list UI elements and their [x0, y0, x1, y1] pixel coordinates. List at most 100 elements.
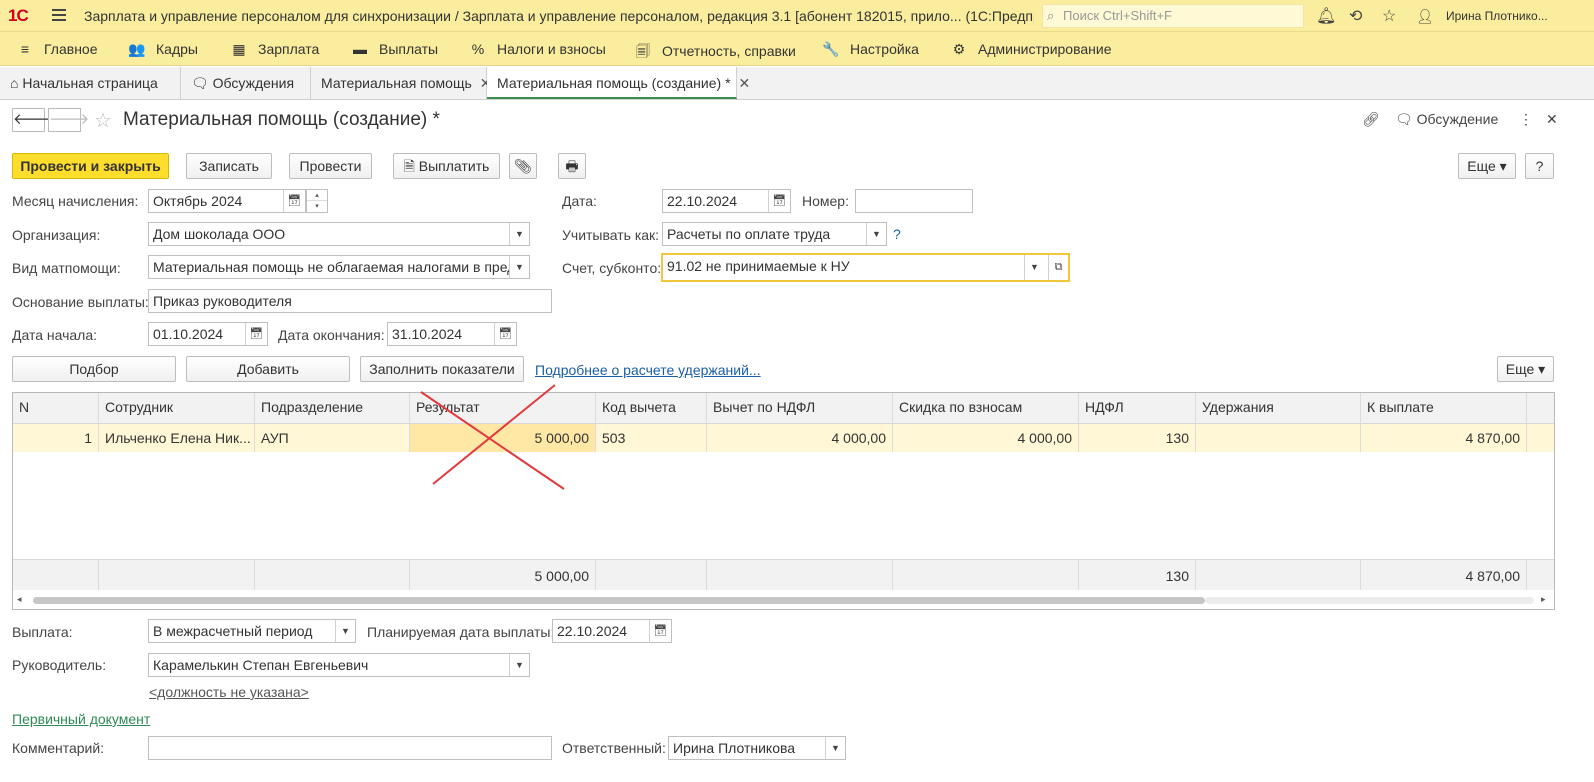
primary-document-link[interactable]: Первичный документ	[12, 711, 150, 727]
dropdown-icon[interactable]: ▼	[509, 654, 529, 676]
cell-department[interactable]: АУП	[255, 424, 410, 452]
dropdown-icon[interactable]: ▼	[1024, 255, 1044, 280]
pay-button[interactable]: 🗎 Выплатить	[393, 153, 500, 179]
menu-item-hr[interactable]: 👥 Кадры	[128, 41, 198, 58]
dropdown-icon[interactable]: ▼	[335, 620, 355, 642]
planned-date-field[interactable]: 22.10.2024 📅︎	[552, 619, 672, 643]
col-header-contribution-discount[interactable]: Скидка по взносам	[893, 393, 1079, 423]
star-icon[interactable]: ☆	[1382, 6, 1396, 26]
scroll-left-icon[interactable]: ◂	[17, 594, 22, 605]
deductions-details-link[interactable]: Подробнее о расчете удержаний...	[535, 362, 761, 378]
help-button[interactable]: ?	[1525, 153, 1554, 179]
bell-icon[interactable]: 🔔︎	[1316, 6, 1336, 26]
calendar-icon[interactable]: 📅︎	[245, 323, 267, 345]
pick-button[interactable]: Подбор	[12, 356, 176, 382]
history-icon[interactable]: ⟲	[1349, 6, 1362, 26]
dropdown-icon[interactable]: ▼	[509, 256, 529, 278]
user-name[interactable]: Ирина Плотнико...	[1446, 9, 1548, 23]
col-header-department[interactable]: Подразделение	[255, 393, 410, 423]
calendar-icon[interactable]: 📅︎	[283, 190, 305, 212]
close-form-icon[interactable]: ✕	[1546, 111, 1558, 128]
calendar-icon[interactable]: 📅︎	[768, 190, 790, 212]
cell-contribution-discount[interactable]: 4 000,00	[893, 424, 1079, 452]
menu-item-main[interactable]: ≡ Главное	[16, 41, 98, 57]
month-field[interactable]: Октябрь 2024 📅︎	[148, 189, 306, 213]
search-input[interactable]: ⌕ Поиск Ctrl+Shift+F	[1042, 4, 1304, 28]
help-question-link[interactable]: ?	[893, 226, 901, 242]
tab-material-aid-new[interactable]: Материальная помощь (создание) * ✕	[487, 67, 750, 99]
back-button[interactable]: 🡐	[12, 108, 53, 132]
discussion-button[interactable]: 🗨︎ Обсуждение	[1395, 111, 1498, 128]
calendar-icon[interactable]: 📅︎	[649, 620, 671, 642]
forward-button[interactable]: 🡒	[48, 108, 89, 132]
account-as-field[interactable]: Расчеты по оплате труда ▼	[662, 222, 887, 246]
main-menu-icon[interactable]	[52, 9, 66, 21]
close-tab-icon[interactable]: ✕	[739, 75, 751, 91]
spin-down-icon[interactable]: ▾	[307, 201, 327, 212]
cell-employee[interactable]: Ильченко Елена Ник...	[99, 424, 255, 452]
col-header-to-pay[interactable]: К выплате	[1361, 393, 1527, 423]
cell-result[interactable]: 5 000,00	[410, 424, 596, 452]
tab-material-aid[interactable]: Материальная помощь ✕	[311, 67, 492, 99]
dropdown-icon[interactable]: ▼	[509, 223, 529, 245]
comment-field[interactable]	[148, 736, 552, 760]
cell-ndfl[interactable]: 130	[1079, 424, 1196, 452]
tab-home[interactable]: ⌂ Начальная страница	[0, 67, 181, 99]
col-header-withholdings[interactable]: Удержания	[1196, 393, 1361, 423]
cell-n[interactable]: 1	[13, 424, 99, 452]
date-field[interactable]: 22.10.2024 📅︎	[662, 189, 791, 213]
add-button[interactable]: Добавить	[186, 356, 350, 382]
basis-field[interactable]: Приказ руководителя	[148, 289, 552, 313]
menu-item-settings[interactable]: 🔧 Настройка	[822, 41, 919, 58]
cell-withholdings[interactable]	[1196, 424, 1361, 452]
fill-indicators-button[interactable]: Заполнить показатели	[360, 356, 524, 382]
account-field[interactable]: 91.02 не принимаемые к НУ ▼ ⧉	[661, 253, 1070, 282]
month-spinner[interactable]: ▴ ▾	[306, 189, 328, 213]
aid-kind-field[interactable]: Материальная помощь не облагаемая налога…	[148, 255, 530, 279]
dropdown-icon[interactable]: ▼	[866, 223, 886, 245]
col-header-ndfl[interactable]: НДФЛ	[1079, 393, 1196, 423]
horizontal-scrollbar[interactable]: ◂ ▸	[13, 592, 1554, 609]
number-field[interactable]	[855, 189, 973, 213]
post-and-close-button[interactable]: Провести и закрыть	[12, 153, 169, 179]
more-button[interactable]: Еще ▾	[1458, 153, 1516, 179]
table-row[interactable]: 1 Ильченко Елена Ник... АУП 5 000,00 503…	[13, 424, 1554, 452]
more-vertical-icon[interactable]: ⋮	[1519, 111, 1533, 128]
cell-to-pay[interactable]: 4 870,00	[1361, 424, 1527, 452]
menu-item-admin[interactable]: ⚙ Администрирование	[950, 41, 1112, 58]
col-header-deduction-code[interactable]: Код вычета	[596, 393, 707, 423]
cell-ndfl-deduction[interactable]: 4 000,00	[707, 424, 893, 452]
tab-discussions[interactable]: 🗨︎ Обсуждения	[181, 67, 311, 99]
dropdown-icon[interactable]: ▼	[825, 737, 845, 759]
scroll-right-icon[interactable]: ▸	[1541, 594, 1546, 605]
col-header-ndfl-deduction[interactable]: Вычет по НДФЛ	[707, 393, 893, 423]
menu-item-payments[interactable]: ▬ Выплаты	[351, 41, 438, 57]
menu-item-reports[interactable]: 🗐 Отчетность, справки	[634, 41, 796, 65]
save-button[interactable]: Записать	[186, 153, 272, 179]
scrollbar-thumb[interactable]	[33, 597, 1205, 604]
open-icon[interactable]: ⧉	[1048, 255, 1068, 280]
link-icon[interactable]: 🔗︎	[1362, 111, 1380, 128]
payment-field[interactable]: В межрасчетный период ▼	[148, 619, 356, 643]
menu-item-taxes[interactable]: % Налоги и взносы	[469, 41, 606, 57]
spin-up-icon[interactable]: ▴	[307, 190, 327, 201]
print-button[interactable]: 🖶	[558, 153, 586, 179]
organization-field[interactable]: Дом шоколада ООО▼⧉	[148, 222, 530, 246]
menu-item-salary[interactable]: ▦ Зарплата	[230, 41, 319, 58]
attach-button[interactable]: 📎︎	[509, 153, 537, 179]
responsible-field[interactable]: Ирина Плотникова▼⧉	[668, 736, 846, 760]
col-header-result[interactable]: Результат	[410, 393, 596, 423]
calendar-icon[interactable]: 📅︎	[494, 323, 516, 345]
cell-deduction-code[interactable]: 503	[596, 424, 707, 452]
col-header-employee[interactable]: Сотрудник	[99, 393, 255, 423]
favorite-star-icon[interactable]: ☆	[94, 108, 112, 133]
start-date-field[interactable]: 01.10.2024 📅︎	[148, 322, 268, 346]
table-more-button[interactable]: Еще ▾	[1497, 356, 1554, 382]
scrollbar-track[interactable]	[1205, 597, 1534, 604]
user-icon[interactable]: 👤︎	[1416, 8, 1434, 25]
manager-field[interactable]: Карамелькин Степан Евгеньевич▼⧉	[148, 653, 530, 677]
end-date-field[interactable]: 31.10.2024 📅︎	[387, 322, 517, 346]
col-header-n[interactable]: N	[13, 393, 99, 423]
post-button[interactable]: Провести	[289, 153, 372, 179]
position-link[interactable]: <должность не указана>	[149, 684, 309, 700]
